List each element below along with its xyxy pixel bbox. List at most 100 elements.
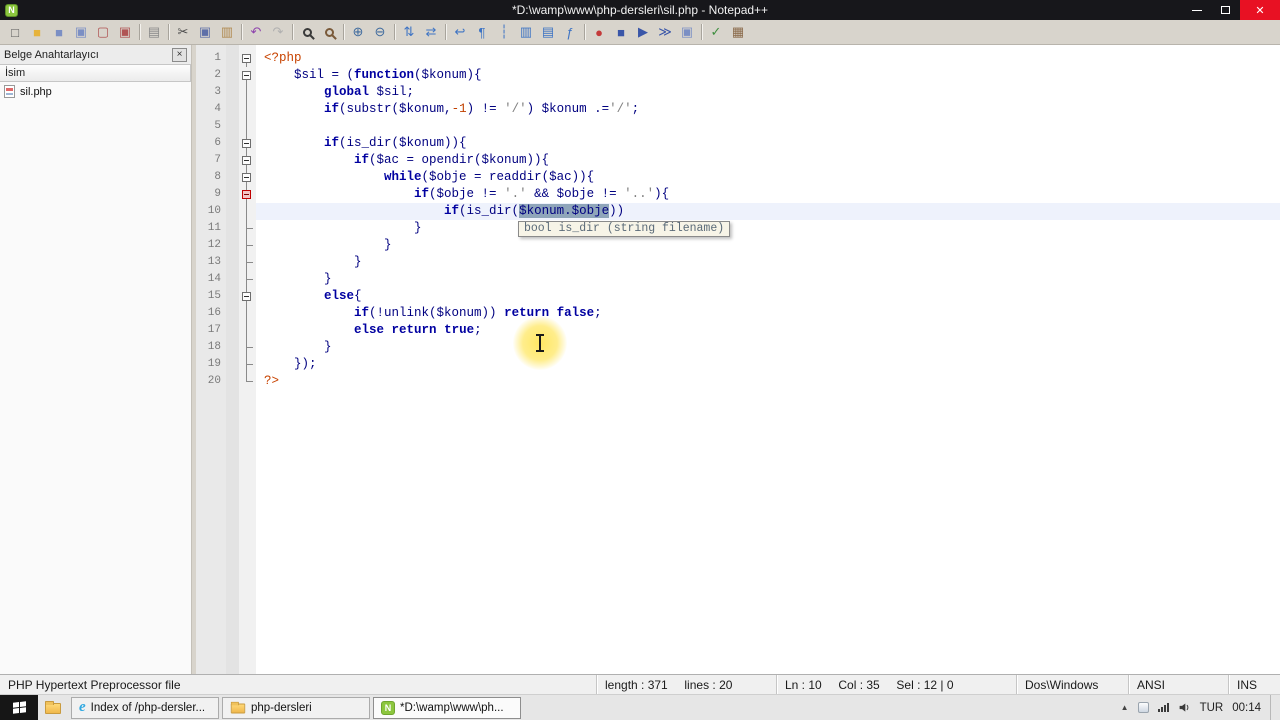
code-text[interactable]: $sil = (function($konum){ <box>256 67 1280 84</box>
line-number[interactable]: 10 <box>196 203 226 220</box>
doc-switcher-icon[interactable]: ▤ <box>538 22 558 42</box>
tray-app-icon[interactable] <box>1137 702 1149 713</box>
bookmark-cell[interactable] <box>226 101 239 118</box>
print-icon[interactable]: ▤ <box>144 22 164 42</box>
copy-icon[interactable]: ▣ <box>195 22 215 42</box>
taskbar-button-explorer[interactable]: php-dersleri <box>222 696 370 719</box>
bookmark-cell[interactable] <box>226 50 239 67</box>
bookmark-cell[interactable] <box>226 271 239 288</box>
editor-area[interactable]: 1 <?php 2 $sil = (function($konum){3 globa… <box>196 45 1280 674</box>
code-text[interactable]: else{ <box>256 288 1280 305</box>
find-icon[interactable] <box>297 22 317 42</box>
indent-guide-icon[interactable]: ┆ <box>494 22 514 42</box>
clock[interactable]: 00:14 <box>1232 702 1261 714</box>
line-number[interactable]: 13 <box>196 254 226 271</box>
bookmark-cell[interactable] <box>226 135 239 152</box>
code-text[interactable]: while($obje = readdir($ac)){ <box>256 169 1280 186</box>
line-number[interactable]: 1 <box>196 50 226 67</box>
bookmark-cell[interactable] <box>226 237 239 254</box>
code-text[interactable]: global $sil; <box>256 84 1280 101</box>
show-desktop-button[interactable] <box>1270 695 1278 720</box>
zoom-out-icon[interactable]: ⊖ <box>370 22 390 42</box>
line-number[interactable]: 11 <box>196 220 226 237</box>
code-line[interactable]: 7 if($ac = opendir($konum)){ <box>196 152 1280 169</box>
paste-icon[interactable]: ▥ <box>217 22 237 42</box>
bookmark-cell[interactable] <box>226 220 239 237</box>
bookmark-cell[interactable] <box>226 118 239 135</box>
replace-icon[interactable] <box>319 22 339 42</box>
maximize-button[interactable] <box>1211 0 1240 20</box>
spell-check-icon[interactable]: ✓ <box>706 22 726 42</box>
close-all-icon[interactable]: ▣ <box>115 22 135 42</box>
code-line[interactable]: 12 } <box>196 237 1280 254</box>
line-number[interactable]: 19 <box>196 356 226 373</box>
fold-toggle-icon[interactable] <box>239 288 256 305</box>
doc-panel-column-header[interactable]: İsim <box>0 64 191 82</box>
line-number[interactable]: 9 <box>196 186 226 203</box>
code-line[interactable]: 11 } <box>196 220 1280 237</box>
document-map-icon[interactable]: ▥ <box>516 22 536 42</box>
status-insert-mode[interactable]: INS <box>1228 675 1280 694</box>
code-text[interactable]: } <box>256 339 1280 356</box>
zoom-in-icon[interactable]: ⊕ <box>348 22 368 42</box>
network-icon[interactable] <box>1157 703 1169 712</box>
code-text[interactable]: } <box>256 237 1280 254</box>
bookmark-cell[interactable] <box>226 67 239 84</box>
line-number[interactable]: 3 <box>196 84 226 101</box>
code-line[interactable]: 18 } <box>196 339 1280 356</box>
word-wrap-icon[interactable]: ↩ <box>450 22 470 42</box>
minimize-button[interactable] <box>1182 0 1211 20</box>
line-number[interactable]: 18 <box>196 339 226 356</box>
cut-icon[interactable]: ✂ <box>173 22 193 42</box>
code-line[interactable]: 19 }); <box>196 356 1280 373</box>
save-recorded-macro-icon[interactable]: ▣ <box>677 22 697 42</box>
playback-macro-icon[interactable]: ▶ <box>633 22 653 42</box>
bookmark-cell[interactable] <box>226 169 239 186</box>
line-number[interactable]: 12 <box>196 237 226 254</box>
code-text[interactable]: if(is_dir($konum)){ <box>256 135 1280 152</box>
file-explorer-pinned-icon[interactable] <box>38 695 68 720</box>
taskbar-button-browser[interactable]: e Index of /php-dersler... <box>71 696 219 719</box>
line-number[interactable]: 17 <box>196 322 226 339</box>
code-line[interactable]: 6 if(is_dir($konum)){ <box>196 135 1280 152</box>
code-line[interactable]: 16 if(!unlink($konum)) return false; <box>196 305 1280 322</box>
code-line[interactable]: 20 ?> <box>196 373 1280 390</box>
bookmark-cell[interactable] <box>226 339 239 356</box>
line-number[interactable]: 2 <box>196 67 226 84</box>
code-line[interactable]: 9 if($obje != '.' && $obje != '..'){ <box>196 186 1280 203</box>
fold-toggle-icon[interactable] <box>239 186 256 203</box>
code-text[interactable]: if($obje != '.' && $obje != '..'){ <box>256 186 1280 203</box>
line-number[interactable]: 4 <box>196 101 226 118</box>
code-line[interactable]: 10 if(is_dir($konum.$obje)) <box>196 203 1280 220</box>
bookmark-cell[interactable] <box>226 84 239 101</box>
code-line[interactable]: 3 global $sil; <box>196 84 1280 101</box>
line-number[interactable]: 14 <box>196 271 226 288</box>
line-number[interactable]: 20 <box>196 373 226 390</box>
save-icon[interactable]: ■ <box>49 22 69 42</box>
run-macro-multiple-times-icon[interactable]: ≫ <box>655 22 675 42</box>
code-line[interactable]: 1 <?php <box>196 50 1280 67</box>
line-number[interactable]: 7 <box>196 152 226 169</box>
code-line[interactable]: 4 if(substr($konum,-1) != '/') $konum .=… <box>196 101 1280 118</box>
sync-vertical-scroll-icon[interactable]: ⇅ <box>399 22 419 42</box>
close-button[interactable]: ✕ <box>1240 0 1280 20</box>
code-text[interactable]: ?> <box>256 373 1280 390</box>
bookmark-cell[interactable] <box>226 288 239 305</box>
code-line[interactable]: 13 } <box>196 254 1280 271</box>
bookmark-cell[interactable] <box>226 322 239 339</box>
close-file-icon[interactable]: ▢ <box>93 22 113 42</box>
code-text[interactable]: if(is_dir($konum.$obje)) <box>256 203 1280 220</box>
doc-panel-close-button[interactable]: × <box>172 47 187 62</box>
code-line[interactable]: 8 while($obje = readdir($ac)){ <box>196 169 1280 186</box>
code-text[interactable]: else return true; <box>256 322 1280 339</box>
open-file-icon[interactable]: ■ <box>27 22 47 42</box>
code-text[interactable]: } <box>256 271 1280 288</box>
bookmark-cell[interactable] <box>226 305 239 322</box>
code-text[interactable]: } <box>256 254 1280 271</box>
show-hidden-icons-button[interactable]: ▲ <box>1121 703 1129 712</box>
code-text[interactable] <box>256 118 1280 135</box>
line-number[interactable]: 16 <box>196 305 226 322</box>
stop-recording-icon[interactable]: ■ <box>611 22 631 42</box>
redo-icon[interactable]: ↷ <box>268 22 288 42</box>
code-text[interactable]: <?php <box>256 50 1280 67</box>
